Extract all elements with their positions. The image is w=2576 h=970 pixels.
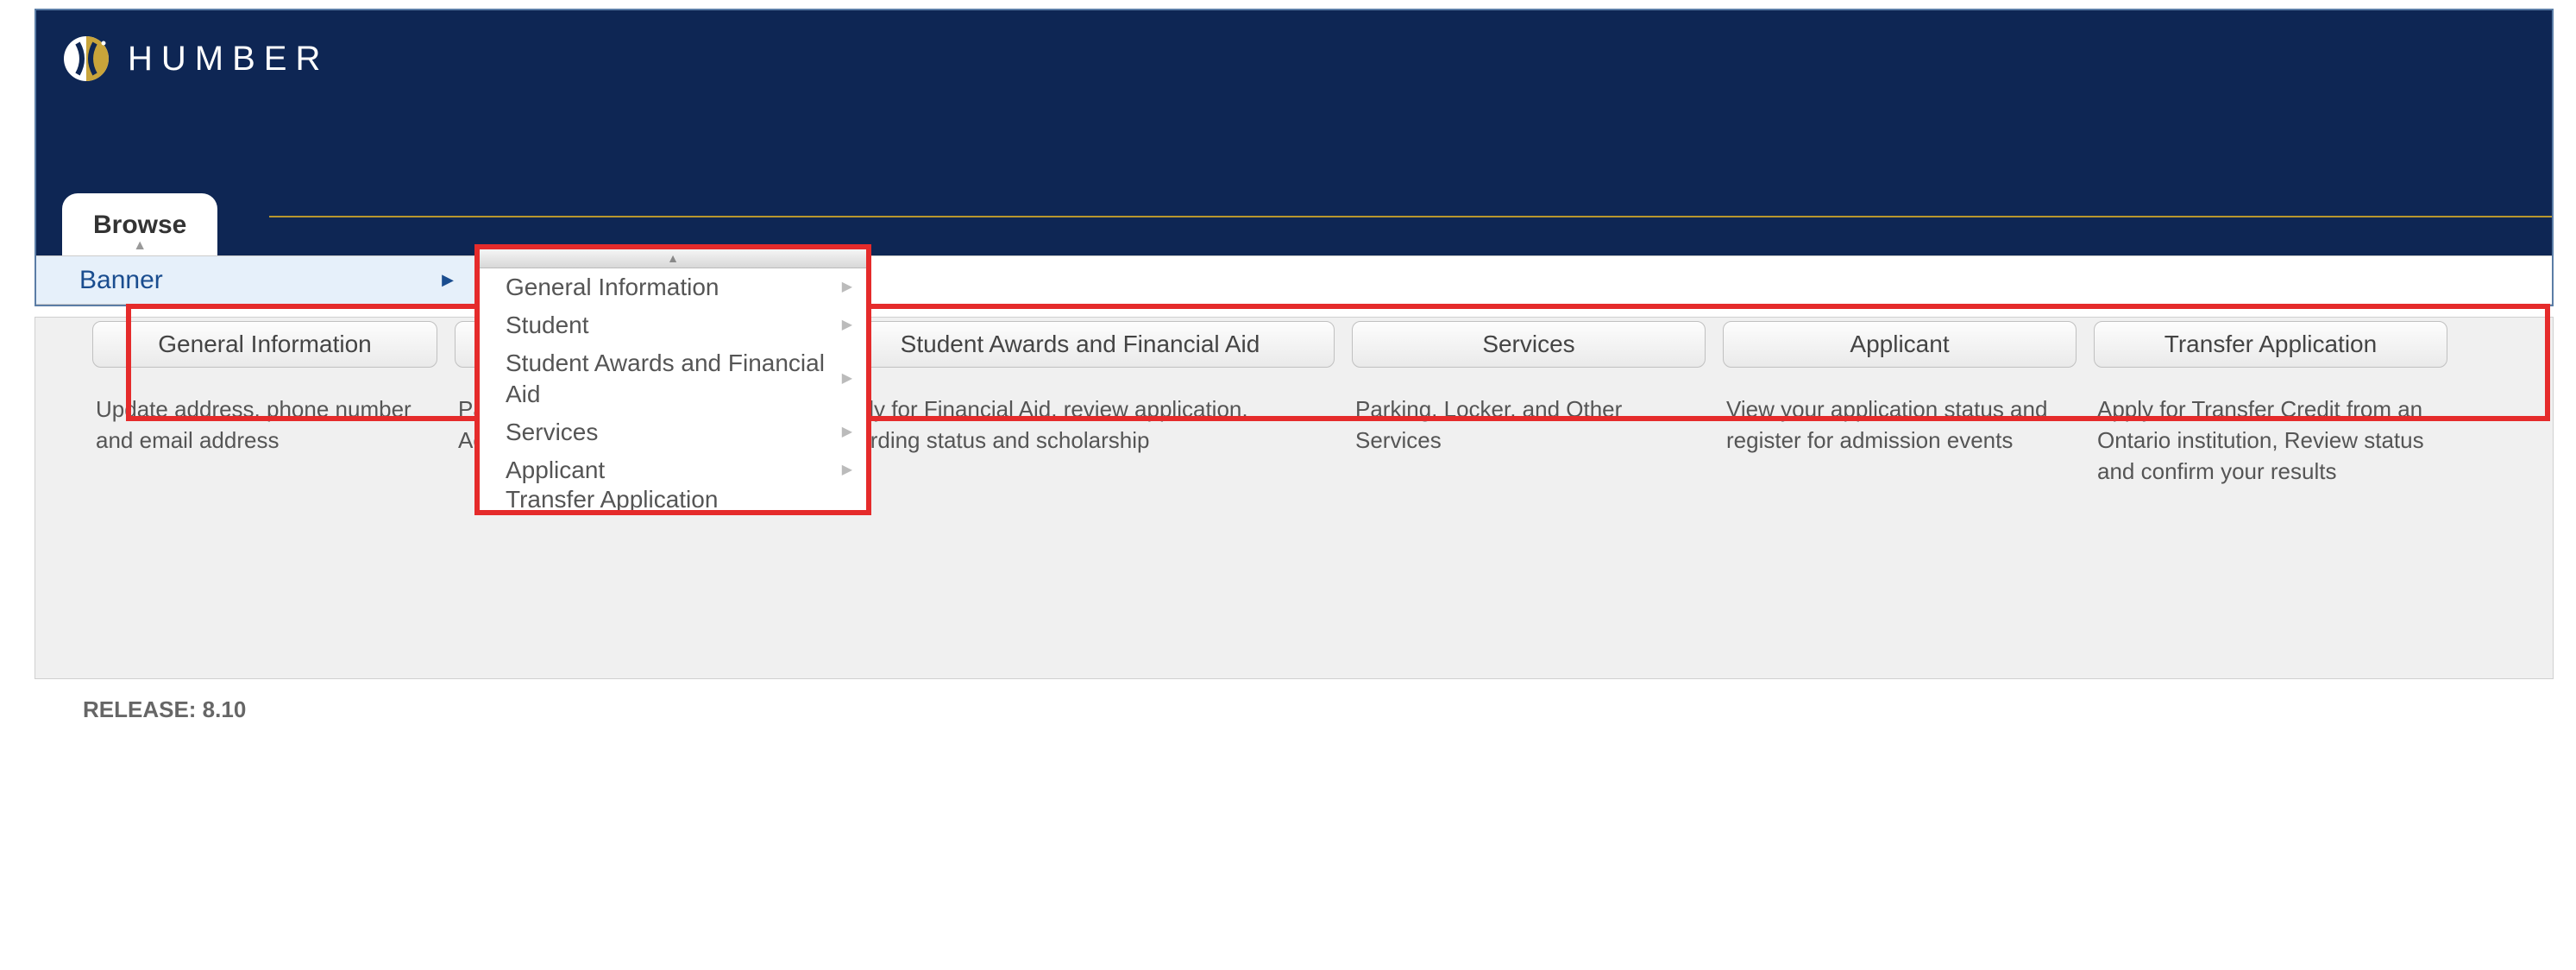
- submenu-item-transfer-application[interactable]: Transfer Application: [480, 489, 866, 510]
- nav-row: Banner ▶ ▲ General Information ▶ Student…: [36, 255, 2552, 305]
- card-applicant: Applicant View your application status a…: [1714, 321, 2085, 487]
- submenu-item-label: Student Awards and Financial Aid: [506, 348, 842, 410]
- chevron-right-icon: ▶: [442, 271, 454, 289]
- card-transfer-application: Transfer Application Apply for Transfer …: [2085, 321, 2456, 487]
- card-desc: View your application status and registe…: [1714, 368, 2085, 456]
- header-divider: [269, 216, 2552, 217]
- card-desc: Parking, Locker, and Other Services: [1343, 368, 1714, 456]
- chevron-right-icon: ▶: [842, 310, 852, 341]
- card-title: Transfer Application: [2164, 331, 2377, 358]
- card-tab-applicant[interactable]: Applicant: [1723, 321, 2077, 368]
- banner-container: HUMBER Browse ▲ Banner ▶ ▲ General Infor…: [35, 9, 2554, 306]
- browse-tab-label: Browse: [93, 211, 186, 240]
- chevron-up-icon: ▲: [93, 242, 186, 250]
- chevron-right-icon: ▶: [842, 363, 852, 394]
- chevron-right-icon: ▶: [842, 272, 852, 303]
- release-label: RELEASE: 8.10: [83, 696, 2576, 723]
- card-title: General Information: [158, 331, 371, 358]
- card-desc: Apply for Financial Aid, review applicat…: [817, 368, 1343, 456]
- card-general-information: General Information Update address, phon…: [84, 321, 446, 487]
- card-tab-student-awards[interactable]: Student Awards and Financial Aid: [826, 321, 1335, 368]
- chevron-right-icon: ▶: [842, 455, 852, 486]
- card-title: Applicant: [1850, 331, 1949, 358]
- humber-logo-icon: [62, 35, 110, 83]
- submenu-item-student[interactable]: Student ▶: [480, 306, 866, 344]
- card-title: Student Awards and Financial Aid: [901, 331, 1260, 358]
- card-tab-services[interactable]: Services: [1352, 321, 1706, 368]
- submenu-item-label: General Information: [506, 272, 719, 303]
- header: HUMBER Browse ▲: [36, 10, 2552, 255]
- nav-item-label: Banner: [79, 266, 163, 295]
- card-tab-transfer-application[interactable]: Transfer Application: [2094, 321, 2447, 368]
- submenu-collapse-handle[interactable]: ▲: [480, 249, 866, 268]
- card-desc: Apply for Transfer Credit from an Ontari…: [2085, 368, 2456, 487]
- submenu-item-label: Transfer Application: [506, 489, 718, 510]
- card-desc: Update address, phone number and email a…: [84, 368, 446, 456]
- submenu-item-general-information[interactable]: General Information ▶: [480, 268, 866, 306]
- submenu-item-label: Applicant: [506, 455, 605, 486]
- submenu-item-services[interactable]: Services ▶: [480, 413, 866, 451]
- submenu-banner: ▲ General Information ▶ Student ▶ Studen…: [474, 244, 871, 515]
- brand-name: HUMBER: [128, 40, 329, 79]
- card-services: Services Parking, Locker, and Other Serv…: [1343, 321, 1714, 487]
- submenu-item-student-awards[interactable]: Student Awards and Financial Aid ▶: [480, 344, 866, 413]
- nav-item-banner[interactable]: Banner ▶: [36, 256, 474, 305]
- content-area: General Information Update address, phon…: [35, 317, 2554, 679]
- card-title: Services: [1482, 331, 1574, 358]
- submenu-item-label: Services: [506, 417, 598, 448]
- logo-row: HUMBER: [62, 35, 2526, 83]
- submenu-item-applicant[interactable]: Applicant ▶: [480, 451, 866, 489]
- browse-tab[interactable]: Browse ▲: [62, 193, 217, 257]
- card-student-awards: Student Awards and Financial Aid Apply f…: [817, 321, 1343, 487]
- submenu-item-label: Student: [506, 310, 589, 341]
- chevron-right-icon: ▶: [842, 417, 852, 448]
- card-tab-general-information[interactable]: General Information: [92, 321, 437, 368]
- card-row: General Information Update address, phon…: [84, 318, 2553, 487]
